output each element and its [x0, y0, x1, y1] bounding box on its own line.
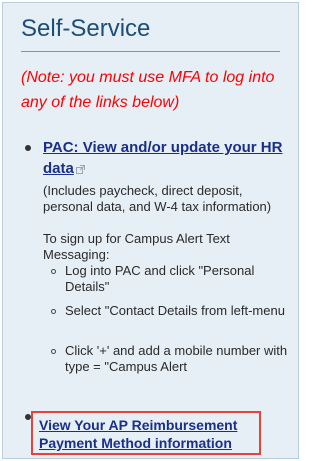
step-bullet-3: [51, 349, 56, 354]
ap-reimbursement-link[interactable]: View Your AP Reimbursement Payment Metho…: [39, 416, 264, 452]
step-1-text: Log into PAC and click "Personal Details…: [65, 263, 255, 294]
pac-link[interactable]: PAC: View and/or update your HR data: [43, 137, 293, 179]
step-bullet-2: [51, 309, 56, 314]
step-2-text: Select "Contact Details from left-menu: [65, 303, 285, 318]
external-link-icon: [75, 164, 85, 174]
ap-link-highlight: View Your AP Reimbursement Payment Metho…: [31, 411, 261, 455]
step-3-text: Click '+' and add a mobile number with t…: [65, 343, 288, 374]
campus-alert-signup-text: To sign up for Campus Alert Text Messagi…: [43, 231, 230, 262]
title-divider: [21, 51, 280, 52]
pac-description: (Includes paycheck, direct deposit, pers…: [43, 183, 272, 214]
section-title: Self-Service: [21, 15, 151, 42]
ap-link-line2[interactable]: Payment Method information: [39, 434, 264, 452]
mfa-note: (Note: you must use MFA to log into any …: [21, 69, 275, 111]
ap-link-line1[interactable]: View Your AP Reimbursement: [39, 416, 264, 434]
self-service-panel: Self-Service (Note: you must use MFA to …: [2, 2, 299, 459]
bullet-pac: [25, 145, 31, 151]
step-bullet-1: [51, 269, 56, 274]
